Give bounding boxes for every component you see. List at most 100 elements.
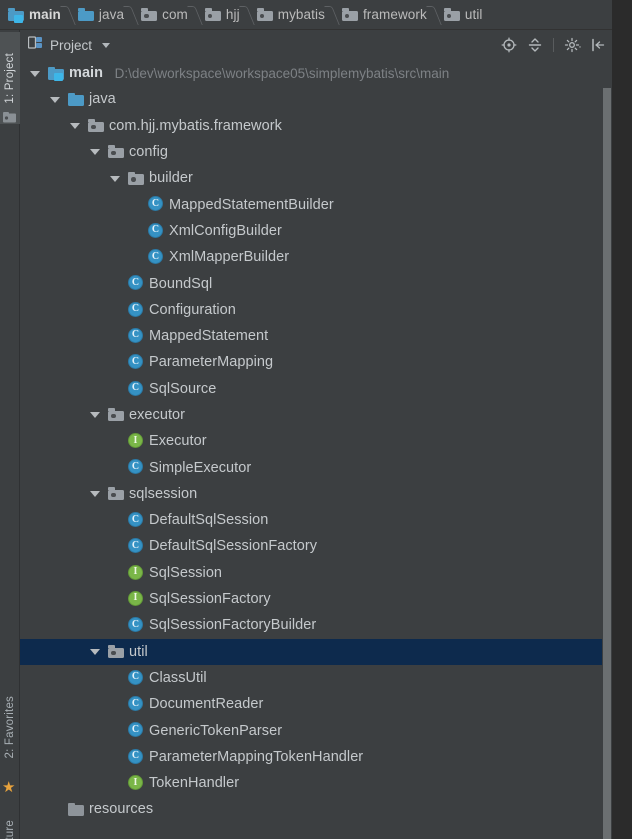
class-icon: C bbox=[128, 380, 143, 396]
tree-row[interactable]: C ParameterMappingTokenHandler bbox=[20, 744, 612, 770]
tree-row-label: SqlSession bbox=[149, 564, 223, 581]
interface-icon: I bbox=[128, 433, 143, 449]
tree-row[interactable]: C BoundSql bbox=[20, 270, 612, 296]
package-folder-icon bbox=[128, 171, 144, 185]
tree-row[interactable]: C ClassUtil bbox=[20, 665, 612, 691]
project-tool-window: Project main D:\dev\workspace\workspace0… bbox=[20, 30, 612, 839]
tree-row[interactable]: C GenericTokenParser bbox=[20, 717, 612, 743]
breadcrumb-item-framework[interactable]: framework bbox=[338, 0, 429, 29]
tree-row-label: Configuration bbox=[149, 301, 236, 318]
breadcrumb-item-main[interactable]: main bbox=[4, 0, 63, 29]
tree-row[interactable]: C DefaultSqlSession bbox=[20, 507, 612, 533]
expand-arrow-icon[interactable] bbox=[110, 175, 120, 182]
breadcrumb-item-label: java bbox=[98, 7, 125, 22]
breadcrumb-item-hjj[interactable]: hjj bbox=[201, 0, 242, 29]
tree-row-label: SimpleExecutor bbox=[149, 459, 252, 476]
expand-arrow-icon[interactable] bbox=[50, 96, 60, 103]
collapse-all-icon[interactable] bbox=[527, 37, 543, 53]
breadcrumb-item-util[interactable]: util bbox=[440, 0, 485, 29]
tree-row-label: DefaultSqlSessionFactory bbox=[149, 538, 318, 555]
breadcrumb-item-mybatis[interactable]: mybatis bbox=[253, 0, 327, 29]
tree-row[interactable]: main D:\dev\workspace\workspace05\simplem… bbox=[20, 60, 612, 86]
tree-row[interactable]: I SqlSession bbox=[20, 560, 612, 586]
tree-row[interactable]: C DocumentReader bbox=[20, 691, 612, 717]
class-icon: C bbox=[128, 354, 143, 370]
expand-arrow-icon[interactable] bbox=[90, 149, 100, 156]
class-icon: C bbox=[128, 669, 143, 685]
sidebar-tab-favorites[interactable]: 2: Favorites ★ bbox=[0, 684, 20, 795]
package-folder-icon bbox=[141, 8, 158, 21]
tree-row[interactable]: C ParameterMapping bbox=[20, 349, 612, 375]
toolbar-divider bbox=[553, 38, 554, 52]
sidebar-tab-structure[interactable]: Structure bbox=[0, 820, 20, 839]
tree-row-label: MappedStatement bbox=[149, 328, 269, 345]
tree-row-label: TokenHandler bbox=[149, 775, 240, 792]
tree-row-label: main bbox=[69, 65, 104, 82]
hide-panel-icon[interactable] bbox=[590, 37, 606, 53]
tree-row-label: util bbox=[129, 643, 148, 660]
tree-row[interactable]: I SqlSessionFactory bbox=[20, 586, 612, 612]
tree-row[interactable]: I TokenHandler bbox=[20, 770, 612, 796]
tree-row[interactable]: resources bbox=[20, 796, 612, 822]
tool-window-rail: 1: Project 2: Favorites ★ Structure bbox=[0, 30, 20, 839]
tree-row[interactable]: C SqlSessionFactoryBuilder bbox=[20, 612, 612, 638]
package-folder-icon bbox=[341, 8, 358, 21]
package-folder-icon bbox=[108, 145, 124, 159]
locate-in-tree-icon[interactable] bbox=[501, 37, 517, 53]
tree-row[interactable]: C Configuration bbox=[20, 297, 612, 323]
breadcrumb-separator bbox=[63, 0, 74, 29]
tree-row-label: XmlConfigBuilder bbox=[169, 222, 282, 239]
class-icon: C bbox=[148, 249, 163, 265]
expand-arrow-icon[interactable] bbox=[90, 491, 100, 498]
expand-arrow-icon[interactable] bbox=[90, 412, 100, 419]
tree-row-label: executor bbox=[129, 407, 186, 423]
sidebar-tab-project[interactable]: 1: Project bbox=[0, 32, 20, 124]
project-tree-scrollbar-thumb[interactable] bbox=[603, 88, 611, 839]
tree-row[interactable]: C SqlSource bbox=[20, 376, 612, 402]
breadcrumb-item-com[interactable]: com bbox=[137, 0, 190, 29]
class-icon: C bbox=[128, 512, 143, 528]
tree-row-label: SqlSource bbox=[149, 380, 217, 397]
tree-row[interactable]: builder bbox=[20, 165, 612, 191]
tree-row[interactable]: C XmlMapperBuilder bbox=[20, 244, 612, 270]
tree-row-selected[interactable]: util bbox=[20, 638, 612, 665]
expand-arrow-icon[interactable] bbox=[30, 70, 40, 77]
settings-gear-icon[interactable] bbox=[564, 37, 581, 53]
project-view-icon bbox=[27, 35, 43, 55]
tree-row-label: DocumentReader bbox=[149, 696, 264, 713]
tree-row[interactable]: C MappedStatement bbox=[20, 323, 612, 349]
tree-row[interactable]: executor bbox=[20, 402, 612, 428]
breadcrumb-separator bbox=[327, 0, 338, 29]
expand-arrow-icon[interactable] bbox=[90, 649, 100, 656]
tree-row-label: Executor bbox=[149, 433, 207, 450]
tree-row[interactable]: C XmlConfigBuilder bbox=[20, 218, 612, 244]
class-icon: C bbox=[128, 275, 143, 291]
project-tree-scrollbar-track[interactable] bbox=[602, 60, 612, 839]
tree-row-label: sqlsession bbox=[129, 485, 198, 502]
ide-window: main java com hjj mybatis framework util 1: Pr… bbox=[0, 0, 632, 839]
expand-arrow-icon[interactable] bbox=[70, 123, 80, 130]
tree-row[interactable]: C MappedStatementBuilder bbox=[20, 191, 612, 217]
chevron-down-icon[interactable] bbox=[102, 42, 111, 48]
tree-row[interactable]: I Executor bbox=[20, 428, 612, 454]
class-icon: C bbox=[128, 748, 143, 764]
tree-row[interactable]: C DefaultSqlSessionFactory bbox=[20, 533, 612, 559]
breadcrumb-separator bbox=[126, 0, 137, 29]
tree-row[interactable]: java bbox=[20, 86, 612, 112]
class-icon: C bbox=[128, 327, 143, 343]
tree-row[interactable]: C SimpleExecutor bbox=[20, 454, 612, 480]
breadcrumb-item-java[interactable]: java bbox=[74, 0, 126, 29]
tree-row-label: builder bbox=[149, 170, 193, 187]
breadcrumb-item-label: util bbox=[464, 7, 483, 22]
breadcrumb-separator bbox=[190, 0, 201, 29]
tree-row[interactable]: config bbox=[20, 139, 612, 165]
star-icon: ★ bbox=[2, 779, 16, 796]
tree-row[interactable]: sqlsession bbox=[20, 481, 612, 507]
project-tool-window-header: Project bbox=[20, 30, 612, 60]
project-tree[interactable]: main D:\dev\workspace\workspace05\simplem… bbox=[20, 60, 612, 839]
tree-row-label: SqlSessionFactory bbox=[149, 591, 271, 608]
tree-row[interactable]: com.hjj.mybatis.framework bbox=[20, 113, 612, 139]
tree-row-label: config bbox=[129, 144, 168, 161]
sidebar-tab-project-label: 1: Project bbox=[4, 52, 16, 104]
breadcrumb-item-label: hjj bbox=[225, 7, 240, 22]
